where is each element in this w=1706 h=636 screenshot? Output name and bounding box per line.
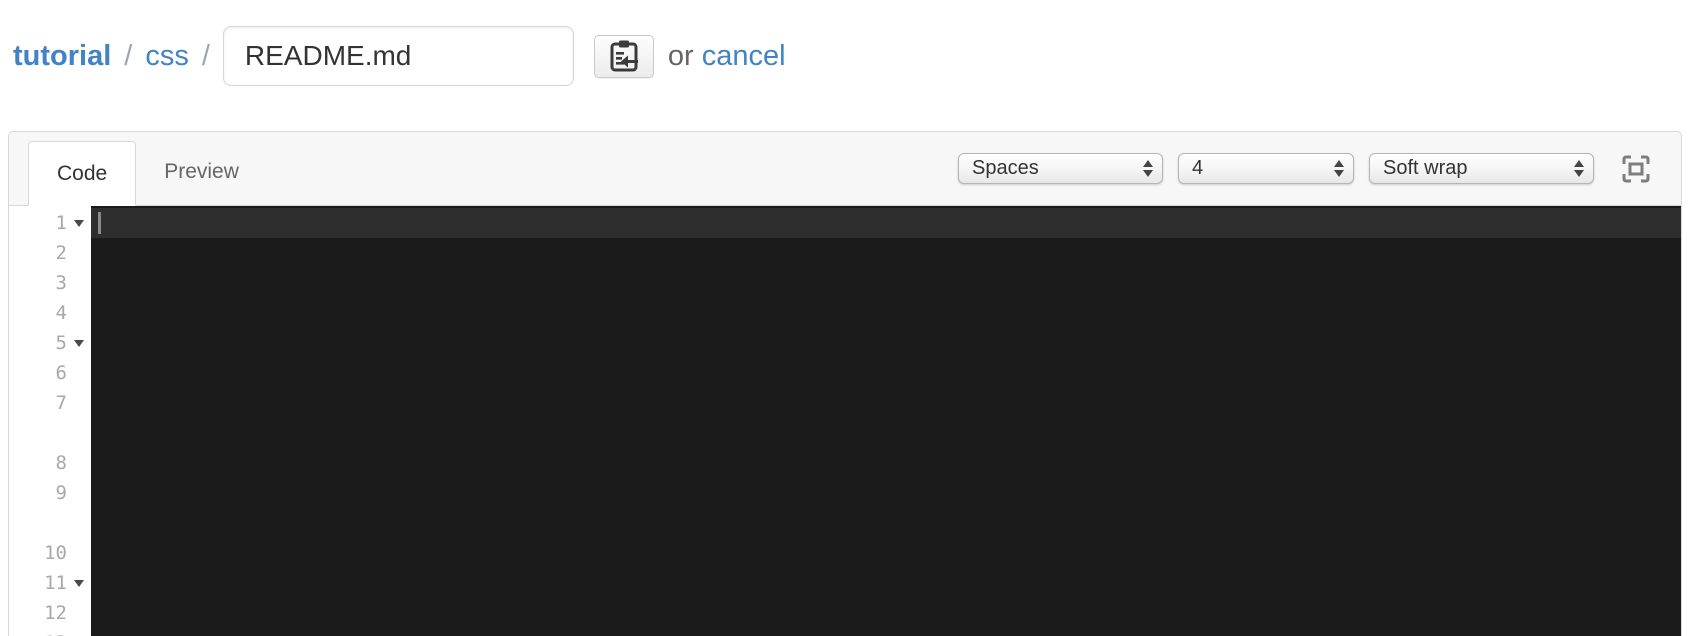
gutter-cell: [9, 508, 91, 538]
code-line[interactable]: Bootstrap is one of the most popular HTM…: [91, 628, 1681, 636]
gutter-cell: 4: [9, 298, 91, 328]
line-number: 13: [9, 628, 67, 636]
gutter-cell: 9: [9, 478, 91, 508]
line-number: 4: [55, 302, 67, 324]
gutter-cell: 11: [9, 568, 91, 598]
code-line[interactable]: [91, 598, 1681, 628]
editor-row: 1 # CSS - make it pretty!: [9, 208, 1681, 295]
clipboard-arrow-icon: [608, 39, 640, 73]
breadcrumb: tutorial / css / or cancel: [13, 24, 786, 88]
editor-row: programmers and released in the Internet…: [9, 508, 1681, 595]
wrap-mode-select[interactable]: Soft wrap: [1369, 153, 1594, 184]
code-editor: 1 # CSS - make it pretty! 2 3 Our blog s…: [9, 206, 1681, 636]
gutter-cell: 7: [9, 388, 91, 418]
fold-arrow-icon[interactable]: [67, 339, 91, 347]
editor-row: 13 Bootstrap is one of the most popular …: [9, 628, 1681, 636]
breadcrumb-repo-link[interactable]: tutorial: [13, 40, 111, 73]
code-line[interactable]: Cascading Style Sheets (CSS) is a style …: [91, 388, 1681, 475]
gutter-cell: 6: [9, 358, 91, 388]
editor-row: 4: [9, 298, 1681, 328]
fold-arrow-icon[interactable]: [67, 219, 91, 227]
code-line[interactable]: [91, 538, 1681, 568]
editor-row: in markup language (like HTML). Treat it…: [9, 418, 1681, 505]
gutter-cell: 2: [9, 238, 91, 268]
code-line[interactable]: Our blog still looks pretty ugly, right?…: [91, 268, 1681, 355]
editor-row: 10: [9, 538, 1681, 568]
editor-row: 6: [9, 358, 1681, 388]
file-editor-panel: Code Preview Spaces 4 Soft wrap 1 2 3 4 …: [8, 131, 1682, 636]
or-label: or: [667, 39, 694, 72]
editor-row: 5 ## What is CSS?: [9, 328, 1681, 415]
gutter-cell: 12: [9, 598, 91, 628]
copy-path-button[interactable]: [593, 34, 654, 78]
line-number: 1: [55, 212, 67, 234]
line-number: 5: [55, 332, 67, 354]
line-number: 7: [55, 392, 67, 414]
gutter-cell: 3: [9, 268, 91, 298]
editor-row: 2: [9, 238, 1681, 268]
screen-full-icon: [1622, 155, 1650, 183]
line-number: 12: [44, 602, 67, 624]
gutter-cell: 10: [9, 538, 91, 568]
code-line[interactable]: [91, 298, 1681, 328]
editor-header: Code Preview Spaces 4 Soft wrap: [9, 132, 1681, 206]
line-number: 3: [55, 272, 67, 294]
up-down-stepper-icon: [1334, 160, 1344, 177]
code-line[interactable]: [91, 238, 1681, 268]
editor-row: 8: [9, 448, 1681, 478]
tab-preview[interactable]: Preview: [136, 140, 267, 205]
editor-row: 11 ## Let's use Bootstrap!: [9, 568, 1681, 636]
text-cursor: [98, 212, 101, 234]
fold-arrow-icon[interactable]: [67, 579, 91, 587]
gutter-cell: 5: [9, 328, 91, 358]
line-number: 8: [55, 452, 67, 474]
line-number: 11: [44, 572, 67, 594]
code-line[interactable]: [91, 358, 1681, 388]
gutter-cell: 1: [9, 208, 91, 238]
line-number: 2: [55, 242, 67, 264]
code-line[interactable]: ## Let's use Bootstrap!: [91, 568, 1681, 636]
up-down-stepper-icon: [1574, 160, 1584, 177]
code-line[interactable]: [91, 448, 1681, 478]
code-line[interactable]: programmers and released in the Internet…: [91, 508, 1681, 595]
editor-row: 12: [9, 598, 1681, 628]
cancel-link[interactable]: cancel: [702, 40, 786, 73]
indent-size-select[interactable]: 4: [1178, 153, 1354, 184]
gutter-cell: [9, 418, 91, 448]
gutter-cell: 13: [9, 628, 91, 636]
up-down-stepper-icon: [1143, 160, 1153, 177]
line-number: 9: [55, 482, 67, 504]
code-line[interactable]: in markup language (like HTML). Treat it…: [91, 418, 1681, 505]
breadcrumb-separator: /: [124, 39, 133, 72]
line-number: 10: [44, 542, 67, 564]
code-line[interactable]: ## What is CSS?: [91, 328, 1681, 415]
filename-input[interactable]: [222, 26, 574, 86]
code-line[interactable]: # CSS - make it pretty!: [91, 208, 1681, 295]
editor-controls: Spaces 4 Soft wrap: [958, 153, 1651, 184]
editor-row: 3 Our blog still looks pretty ugly, righ…: [9, 268, 1681, 355]
gutter-cell: 8: [9, 448, 91, 478]
page: tutorial / css / or cancel Code Preview: [0, 0, 1706, 636]
editor-row: 9 But we don't want to start from scratc…: [9, 478, 1681, 565]
line-number: 6: [55, 362, 67, 384]
editor-row: 7 Cascading Style Sheets (CSS) is a styl…: [9, 388, 1681, 475]
tab-code[interactable]: Code: [28, 141, 137, 206]
breadcrumb-separator: /: [201, 39, 210, 72]
indent-mode-select[interactable]: Spaces: [958, 153, 1163, 184]
breadcrumb-folder-link[interactable]: css: [145, 40, 189, 73]
code-line[interactable]: But we don't want to start from scratch …: [91, 478, 1681, 565]
fullscreen-button[interactable]: [1621, 154, 1651, 184]
